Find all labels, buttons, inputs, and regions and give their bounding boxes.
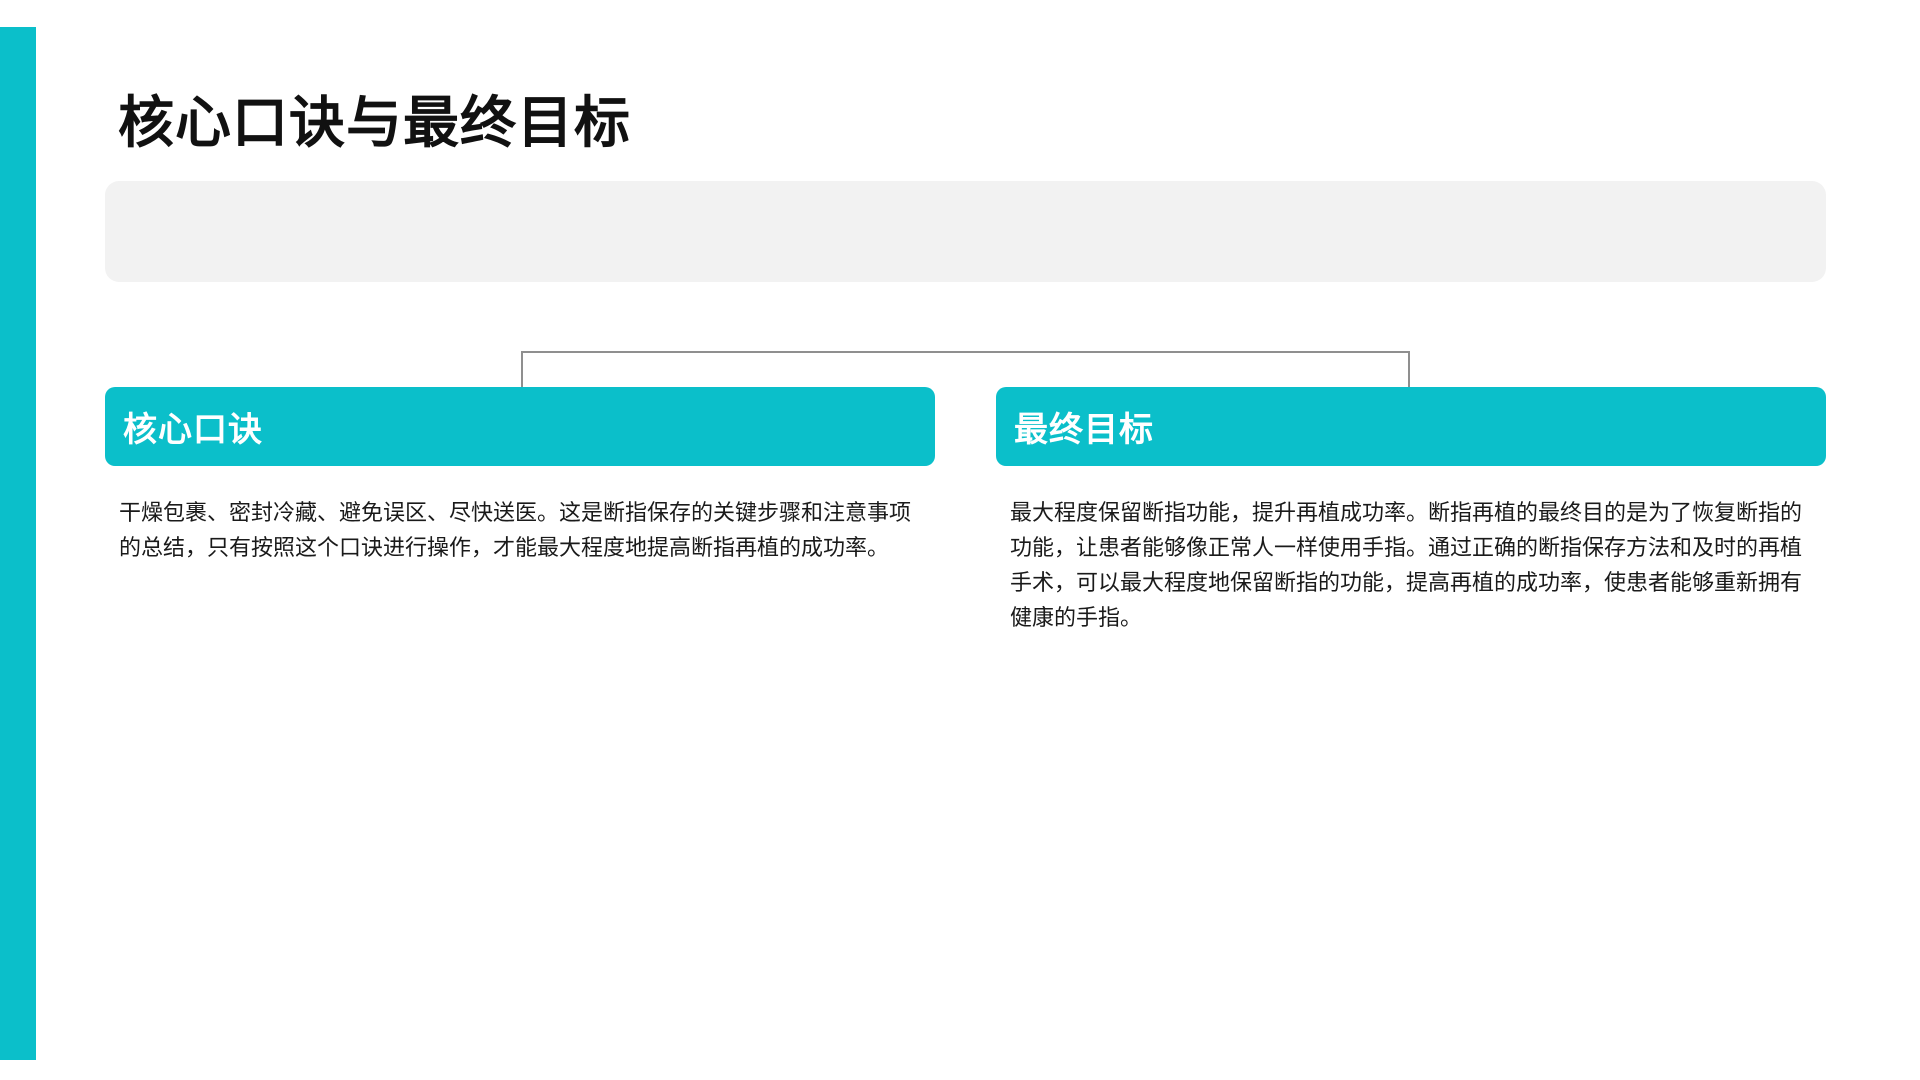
accent-sidebar-bar xyxy=(0,27,36,1060)
card-header-core-mnemonic: 核心口诀 xyxy=(105,387,935,466)
card-header-final-goal: 最终目标 xyxy=(996,387,1826,466)
card-body-final-goal: 最大程度保留断指功能，提升再植成功率。断指再植的最终目的是为了恢复断指的功能，让… xyxy=(1010,501,1803,631)
card-heading: 最终目标 xyxy=(1014,410,1154,450)
banner-placeholder xyxy=(105,181,1826,282)
card-heading: 核心口诀 xyxy=(123,410,263,450)
connector-line xyxy=(521,351,1410,387)
slide: 核心口诀与最终目标 核心口诀 干燥包裹、密封冷藏、避免误区、尽快送医。这是断指保… xyxy=(0,0,1920,1080)
page-title: 核心口诀与最终目标 xyxy=(118,91,631,156)
card-body-core-mnemonic: 干燥包裹、密封冷藏、避免误区、尽快送医。这是断指保存的关键步骤和注意事项的总结，… xyxy=(119,501,912,561)
